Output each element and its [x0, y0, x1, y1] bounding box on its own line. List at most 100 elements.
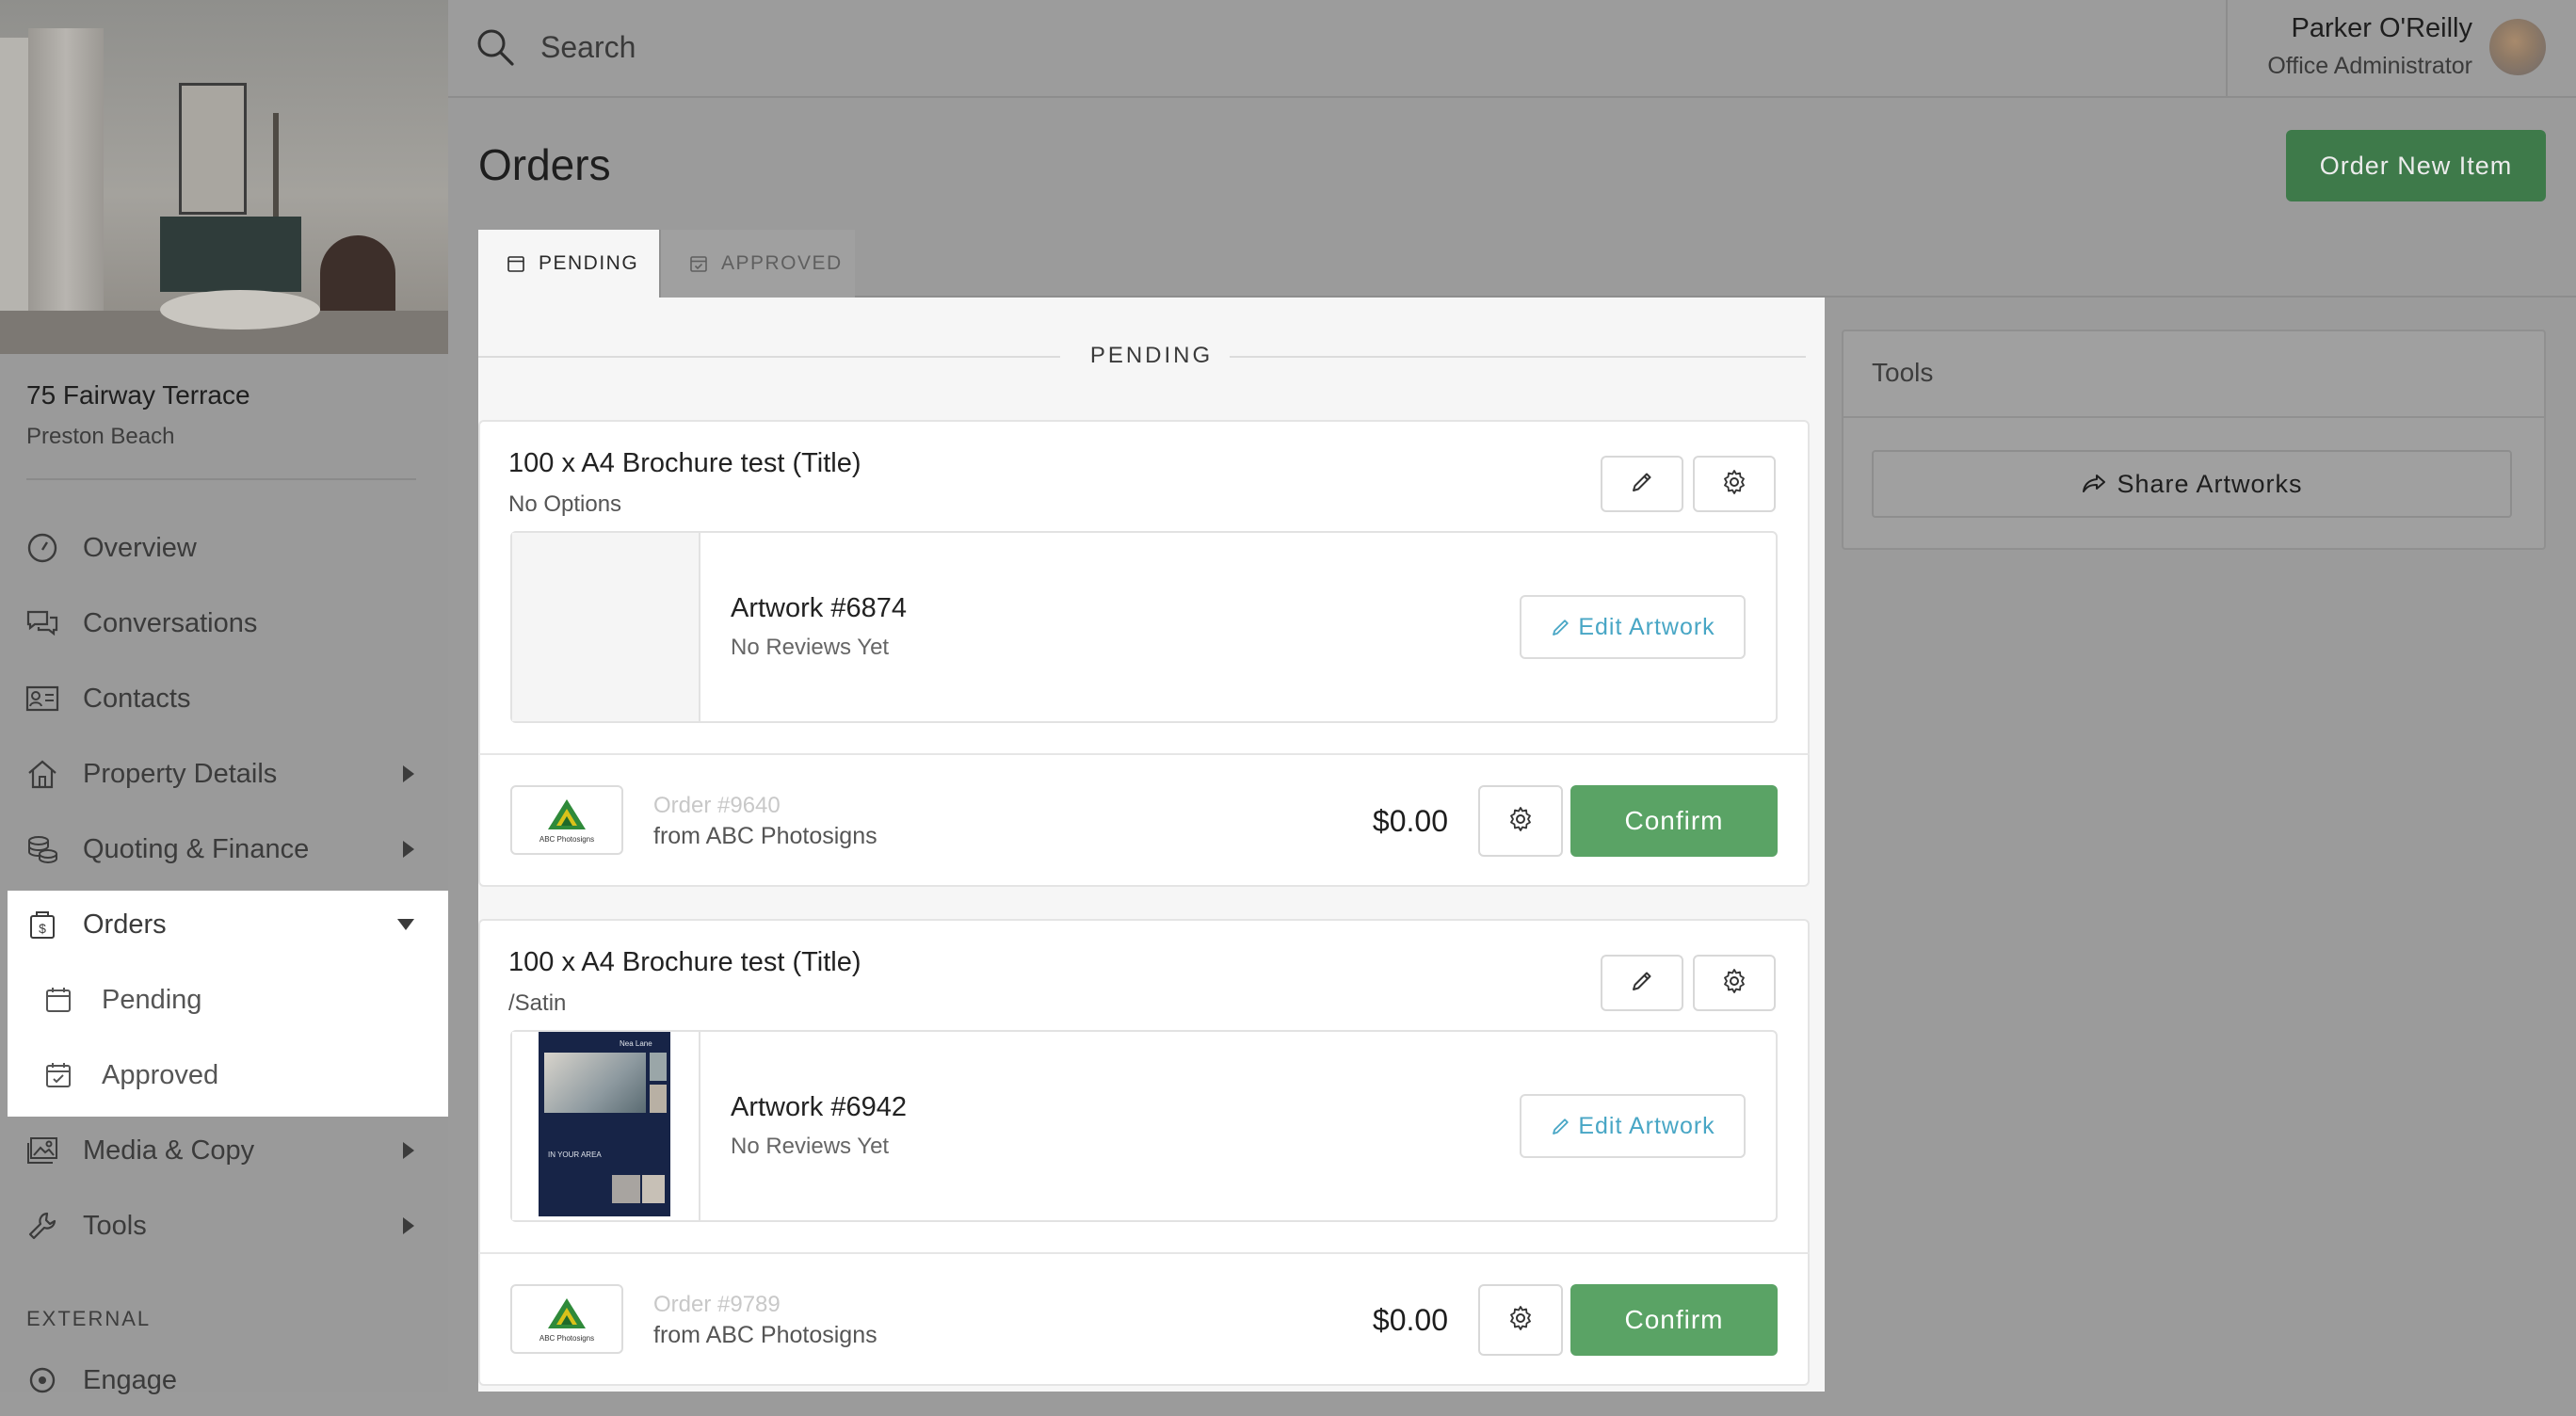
- share-artworks-label: Share Artworks: [2117, 469, 2303, 498]
- artwork-reviews: No Reviews Yet: [731, 635, 890, 660]
- tools-title: Tools: [1872, 358, 1934, 387]
- sidebar-item-label: Contacts: [83, 683, 191, 714]
- user-role: Office Administrator: [2267, 53, 2472, 79]
- share-artworks-button[interactable]: Share Artworks: [1872, 450, 2512, 518]
- sidebar-subitem-label: Pending: [102, 984, 202, 1015]
- sidebar-item-conversations[interactable]: Conversations: [0, 587, 448, 659]
- pencil-icon: [1550, 1115, 1572, 1137]
- order-options: No Options: [508, 491, 622, 517]
- edit-artwork-label: Edit Artwork: [1578, 613, 1715, 640]
- gear-icon: [1506, 805, 1535, 838]
- sidebar-item-property-details[interactable]: Property Details: [0, 738, 448, 810]
- gear-icon: [1506, 1304, 1535, 1337]
- order-number: Order #9789: [653, 1292, 781, 1317]
- chevron-right-icon: [403, 841, 414, 858]
- chevron-right-icon: [403, 765, 414, 782]
- sidebar-item-overview[interactable]: Overview: [0, 512, 448, 584]
- confirm-button[interactable]: Confirm: [1570, 1284, 1778, 1356]
- order-new-item-button[interactable]: Order New Item: [2286, 130, 2546, 201]
- tools-divider: [1843, 416, 2544, 418]
- order-price: $0.00: [1372, 804, 1448, 838]
- order-settings-button[interactable]: [1693, 456, 1776, 512]
- order-number: Order #9640: [653, 793, 781, 818]
- card-divider: [478, 753, 1810, 755]
- pencil-icon: [1628, 468, 1656, 501]
- sidebar-item-orders[interactable]: $ Orders: [0, 889, 448, 960]
- order-options-button[interactable]: [1478, 785, 1563, 857]
- svg-text:$: $: [39, 921, 46, 936]
- supplier-logo-text: ABC Photosigns: [539, 834, 595, 844]
- order-supplier: from ABC Photosigns: [653, 1322, 877, 1348]
- sidebar-item-label: Tools: [83, 1210, 147, 1241]
- calendar-check-icon: [687, 252, 710, 275]
- artwork-name: Artwork #6874: [731, 593, 907, 623]
- edit-order-button[interactable]: [1601, 456, 1683, 512]
- order-supplier: from ABC Photosigns: [653, 823, 877, 849]
- gauge-icon: [25, 531, 59, 565]
- edit-artwork-button[interactable]: Edit Artwork: [1520, 1094, 1746, 1158]
- pencil-icon: [1550, 616, 1572, 638]
- edit-order-button[interactable]: [1601, 955, 1683, 1011]
- supplier-logo: ABC Photosigns: [510, 785, 623, 855]
- user-separator: [2226, 0, 2228, 98]
- brochure-preview: Nea Lane IN YOUR AREA: [539, 1032, 670, 1216]
- sidebar-item-label: Media & Copy: [83, 1134, 255, 1166]
- brochure-area-text: IN YOUR AREA: [548, 1150, 602, 1159]
- page-title: Orders: [478, 140, 611, 189]
- property-photo: [0, 0, 448, 354]
- calendar-icon: [505, 252, 527, 275]
- chevron-right-icon: [403, 1217, 414, 1234]
- tab-pending[interactable]: PENDING: [478, 230, 659, 298]
- edit-artwork-button[interactable]: Edit Artwork: [1520, 595, 1746, 659]
- sidebar-subitem-approved[interactable]: Approved: [0, 1039, 448, 1111]
- artwork-thumbnail[interactable]: [512, 533, 700, 721]
- sidebar-item-label: Orders: [83, 909, 167, 940]
- sidebar-item-contacts[interactable]: Contacts: [0, 663, 448, 734]
- order-options-button[interactable]: [1478, 1284, 1563, 1356]
- avatar[interactable]: [2489, 19, 2546, 75]
- gear-icon: [1720, 468, 1748, 501]
- gear-icon: [1720, 967, 1748, 1000]
- order-price: $0.00: [1372, 1303, 1448, 1337]
- chat-bubbles-icon: [25, 606, 59, 640]
- tab-label: PENDING: [539, 252, 639, 274]
- coins-icon: [25, 832, 59, 866]
- edit-artwork-label: Edit Artwork: [1578, 1112, 1715, 1139]
- sidebar-subitem-label: Approved: [102, 1059, 219, 1090]
- tab-label: APPROVED: [721, 252, 843, 274]
- dollar-bag-icon: $: [25, 908, 59, 941]
- confirm-button[interactable]: Confirm: [1570, 785, 1778, 857]
- house-icon: [25, 757, 59, 791]
- panel-header: PENDING: [1089, 343, 1214, 368]
- sidebar-item-label: Property Details: [83, 758, 278, 789]
- supplier-logo: ABC Photosigns: [510, 1284, 623, 1354]
- calendar-icon: [41, 983, 75, 1017]
- search-icon: [475, 26, 516, 68]
- wrench-icon: [25, 1209, 59, 1243]
- search-input[interactable]: [540, 24, 1294, 70]
- card-divider: [478, 1252, 1810, 1254]
- chevron-right-icon: [403, 1142, 414, 1159]
- sidebar-subitem-pending[interactable]: Pending: [0, 964, 448, 1036]
- brochure-header-text: Nea Lane: [620, 1039, 652, 1048]
- sidebar-item-media-copy[interactable]: Media & Copy: [0, 1115, 448, 1186]
- external-section-label: EXTERNAL: [26, 1307, 152, 1330]
- engage-icon: [25, 1363, 59, 1397]
- tab-approved[interactable]: APPROVED: [659, 230, 855, 298]
- property-suburb: Preston Beach: [26, 424, 175, 449]
- chevron-down-icon: [397, 919, 414, 930]
- sidebar-item-label: Overview: [83, 532, 197, 563]
- order-settings-button[interactable]: [1693, 955, 1776, 1011]
- sidebar-item-tools[interactable]: Tools: [0, 1190, 448, 1262]
- share-icon: [2081, 470, 2109, 498]
- sidebar-item-label: Quoting & Finance: [83, 833, 310, 864]
- property-address: 75 Fairway Terrace: [26, 380, 250, 410]
- sidebar-item-engage[interactable]: Engage: [0, 1344, 448, 1416]
- order-title: 100 x A4 Brochure test (Title): [508, 947, 861, 977]
- sidebar-item-quoting-finance[interactable]: Quoting & Finance: [0, 813, 448, 885]
- sidebar-divider: [26, 478, 416, 480]
- order-options: /Satin: [508, 990, 567, 1016]
- user-name[interactable]: Parker O'Reilly: [2292, 13, 2472, 44]
- image-icon: [25, 1134, 59, 1167]
- calendar-check-icon: [41, 1058, 75, 1092]
